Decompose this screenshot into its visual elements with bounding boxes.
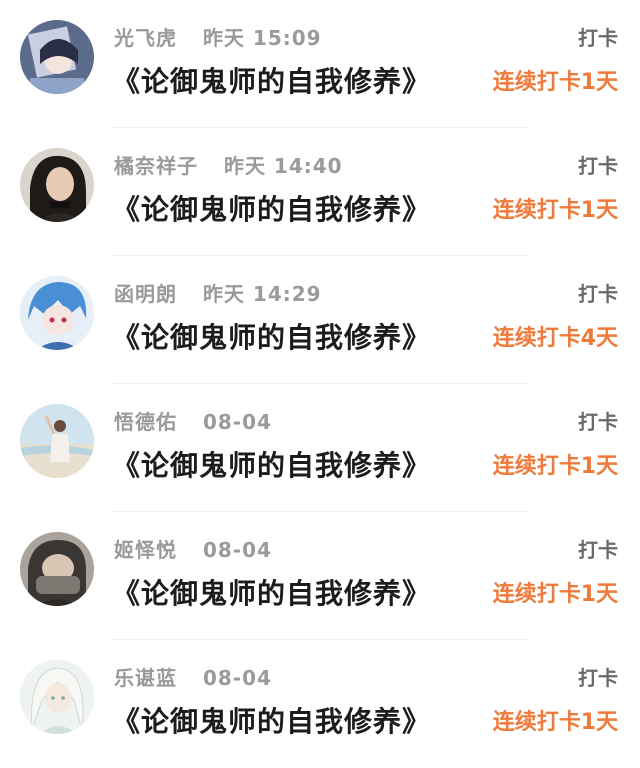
list-item[interactable]: 乐谌蓝 08-04 《论御鬼师的自我修养》 打卡 连续打卡1天 <box>0 640 640 768</box>
username[interactable]: 函明朗 <box>114 282 177 306</box>
timestamp: 昨天 14:29 <box>202 282 322 306</box>
username[interactable]: 姬怿悦 <box>114 538 177 562</box>
streak-badge: 连续打卡1天 <box>492 710 618 735</box>
checkin-label: 打卡 <box>578 154 618 178</box>
streak-badge: 连续打卡1天 <box>492 454 618 479</box>
timestamp: 08-04 <box>202 666 272 690</box>
book-title[interactable]: 《论御鬼师的自我修养》 <box>112 316 431 356</box>
avatar-image <box>20 20 94 94</box>
user-avatar[interactable] <box>20 660 94 734</box>
list-item[interactable]: 光飞虎 昨天 15:09 《论御鬼师的自我修养》 打卡 连续打卡1天 <box>0 0 640 128</box>
timestamp: 08-04 <box>202 410 272 434</box>
entry-meta: 光飞虎 昨天 15:09 <box>114 22 322 51</box>
book-title[interactable]: 《论御鬼师的自我修养》 <box>112 700 431 740</box>
streak-badge: 连续打卡1天 <box>492 198 618 223</box>
book-title[interactable]: 《论御鬼师的自我修养》 <box>112 444 431 484</box>
entry-meta: 悟德佑 08-04 <box>114 406 272 435</box>
username[interactable]: 悟德佑 <box>114 410 177 434</box>
list-item[interactable]: 悟德佑 08-04 《论御鬼师的自我修养》 打卡 连续打卡1天 <box>0 384 640 512</box>
streak-badge: 连续打卡1天 <box>492 70 618 95</box>
avatar-image <box>20 276 94 350</box>
avatar-image <box>20 660 94 734</box>
entry-meta: 姬怿悦 08-04 <box>114 534 272 563</box>
checkin-label: 打卡 <box>578 282 618 306</box>
book-title[interactable]: 《论御鬼师的自我修养》 <box>112 572 431 612</box>
list-item[interactable]: 橘奈祥子 昨天 14:40 《论御鬼师的自我修养》 打卡 连续打卡1天 <box>0 128 640 256</box>
streak-badge: 连续打卡1天 <box>492 582 618 607</box>
entry-meta: 橘奈祥子 昨天 14:40 <box>114 150 343 179</box>
avatar-image <box>20 532 94 606</box>
user-avatar[interactable] <box>20 148 94 222</box>
book-title[interactable]: 《论御鬼师的自我修养》 <box>112 60 431 100</box>
user-avatar[interactable] <box>20 404 94 478</box>
username[interactable]: 光飞虎 <box>114 26 177 50</box>
avatar-image <box>20 404 94 478</box>
timestamp: 昨天 14:40 <box>223 154 343 178</box>
checkin-label: 打卡 <box>578 538 618 562</box>
entry-meta: 乐谌蓝 08-04 <box>114 662 272 691</box>
book-title[interactable]: 《论御鬼师的自我修养》 <box>112 188 431 228</box>
username[interactable]: 橘奈祥子 <box>114 154 198 178</box>
checkin-feed: 光飞虎 昨天 15:09 《论御鬼师的自我修养》 打卡 连续打卡1天 橘奈祥子 … <box>0 0 640 760</box>
streak-badge: 连续打卡4天 <box>492 326 618 351</box>
avatar-image <box>20 148 94 222</box>
list-item[interactable]: 函明朗 昨天 14:29 《论御鬼师的自我修养》 打卡 连续打卡4天 <box>0 256 640 384</box>
timestamp: 08-04 <box>202 538 272 562</box>
checkin-label: 打卡 <box>578 26 618 50</box>
checkin-label: 打卡 <box>578 410 618 434</box>
list-item[interactable]: 姬怿悦 08-04 《论御鬼师的自我修养》 打卡 连续打卡1天 <box>0 512 640 640</box>
username[interactable]: 乐谌蓝 <box>114 666 177 690</box>
user-avatar[interactable] <box>20 20 94 94</box>
entry-meta: 函明朗 昨天 14:29 <box>114 278 322 307</box>
user-avatar[interactable] <box>20 276 94 350</box>
user-avatar[interactable] <box>20 532 94 606</box>
timestamp: 昨天 15:09 <box>202 26 322 50</box>
checkin-label: 打卡 <box>578 666 618 690</box>
